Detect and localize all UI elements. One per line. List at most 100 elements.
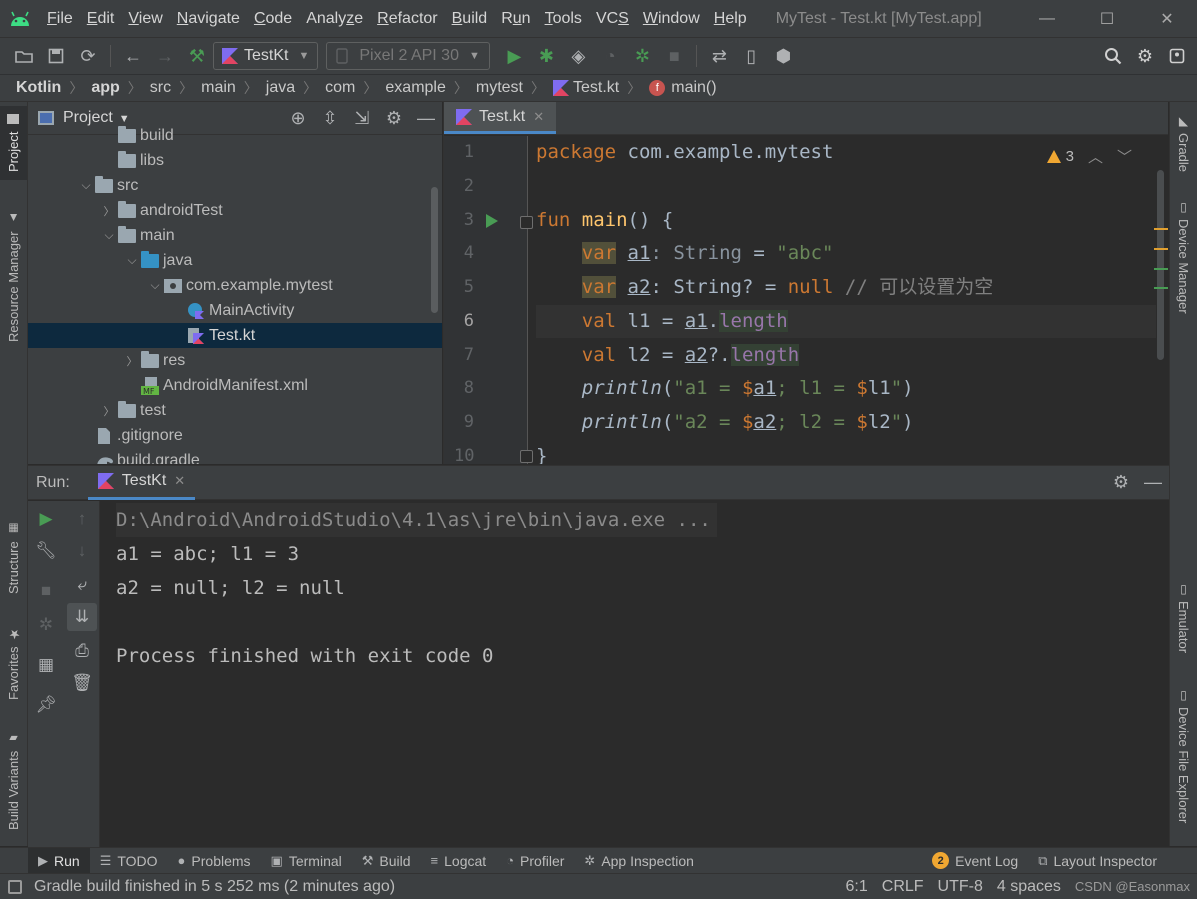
tree-item[interactable]: MainActivity bbox=[28, 298, 442, 323]
editor-scrollbar[interactable] bbox=[1157, 170, 1164, 360]
menu-code[interactable]: Code bbox=[247, 0, 299, 37]
breadcrumb-main[interactable]: main bbox=[201, 79, 236, 97]
menu-file[interactable]: File bbox=[40, 0, 80, 37]
rerun-icon[interactable]: ▶ bbox=[31, 505, 61, 533]
close-window-icon[interactable]: ✕ bbox=[1137, 0, 1197, 37]
open-folder-icon[interactable] bbox=[8, 40, 40, 72]
settings-gear-icon[interactable]: ⚙ bbox=[1129, 40, 1161, 72]
breadcrumb-kotlin[interactable]: Kotlin bbox=[16, 79, 61, 97]
chevron-down-icon[interactable]: ⌵ bbox=[146, 278, 164, 293]
error-stripe-mark[interactable] bbox=[1154, 228, 1168, 230]
project-tool-tab[interactable]: Project bbox=[0, 106, 27, 180]
scroll-down-icon[interactable]: ↓ bbox=[67, 537, 97, 565]
next-highlight-icon[interactable]: ﹀ bbox=[1117, 146, 1132, 167]
line-number[interactable]: 4 bbox=[454, 243, 474, 263]
menu-analyze[interactable]: Analyze bbox=[299, 0, 370, 37]
line-number[interactable]: 9 bbox=[454, 412, 474, 432]
run-tab-testkt[interactable]: TestKt ✕ bbox=[87, 466, 196, 500]
gradle-tool-tab[interactable]: ◣ Gradle bbox=[1176, 114, 1191, 176]
scroll-to-end-icon[interactable]: ⇊ bbox=[67, 603, 97, 631]
editor-tab-test-kt[interactable]: Test.kt ✕ bbox=[444, 102, 557, 134]
status-message[interactable]: Gradle build finished in 5 s 252 ms (2 m… bbox=[34, 878, 395, 896]
tree-item[interactable]: Test.kt bbox=[28, 323, 442, 348]
tree-item[interactable]: ⌵ main bbox=[28, 223, 442, 248]
hide-run-panel-icon[interactable]: — bbox=[1137, 468, 1169, 498]
breadcrumb-test-kt[interactable]: Test.kt bbox=[553, 79, 619, 97]
structure-tool-tab[interactable]: Structure ▦ bbox=[6, 512, 21, 594]
line-number[interactable]: 2 bbox=[454, 176, 474, 196]
run-play-icon[interactable]: ▶ bbox=[498, 40, 530, 72]
line-separator[interactable]: CRLF bbox=[875, 878, 931, 896]
run-settings-gear-icon[interactable]: ⚙ bbox=[1105, 468, 1137, 498]
chevron-right-icon[interactable]: 〉 bbox=[123, 353, 141, 369]
device-manager-icon[interactable]: ▯ bbox=[735, 40, 767, 72]
tree-item[interactable]: ⌵ com.example.mytest bbox=[28, 273, 442, 298]
run-main-gutter-icon[interactable] bbox=[486, 214, 498, 228]
sync-icon[interactable]: ⟳ bbox=[72, 40, 104, 72]
sdk-manager-icon[interactable]: ⬢ bbox=[767, 40, 799, 72]
breadcrumb-mytest[interactable]: mytest bbox=[476, 79, 523, 97]
stop-icon[interactable]: ■ bbox=[658, 40, 690, 72]
code-area[interactable]: package com.example.mytest fun main() { … bbox=[536, 136, 1156, 464]
menu-window[interactable]: Window bbox=[636, 0, 707, 37]
save-all-icon[interactable] bbox=[40, 40, 72, 72]
restore-layout-icon[interactable]: ▦ bbox=[31, 651, 61, 679]
tree-item[interactable]: build bbox=[28, 123, 442, 148]
breadcrumb-com[interactable]: com bbox=[325, 79, 355, 97]
chevron-right-icon[interactable]: 〉 bbox=[100, 203, 118, 219]
print-icon[interactable]: ⎙ bbox=[67, 637, 97, 665]
menu-view[interactable]: View bbox=[121, 0, 169, 37]
breadcrumb-main-fn[interactable]: f main() bbox=[649, 79, 717, 97]
run-coverage-icon[interactable]: ◈ bbox=[562, 40, 594, 72]
clear-trash-icon[interactable]: 🗑︎ bbox=[67, 669, 97, 697]
profiler-tool-tab[interactable]: ◔ Profiler bbox=[496, 848, 574, 874]
maximize-icon[interactable]: ☐ bbox=[1077, 0, 1137, 37]
breadcrumb-app[interactable]: app bbox=[91, 79, 119, 97]
close-tab-icon[interactable]: ✕ bbox=[174, 473, 185, 489]
tree-item[interactable]: 〉 androidTest bbox=[28, 198, 442, 223]
favorites-tool-tab[interactable]: Favorites ★ bbox=[6, 620, 21, 700]
tree-item[interactable]: .gitignore bbox=[28, 423, 442, 448]
problems-tool-tab[interactable]: ● Problems bbox=[168, 848, 261, 874]
indent-setting[interactable]: 4 spaces bbox=[990, 878, 1068, 896]
menu-tools[interactable]: Tools bbox=[538, 0, 589, 37]
breadcrumb-example[interactable]: example bbox=[385, 79, 445, 97]
line-number[interactable]: 5 bbox=[454, 277, 474, 297]
device-manager-tool-tab[interactable]: ▯ Device Manager bbox=[1176, 200, 1191, 324]
build-hammer-icon[interactable]: ⚒ bbox=[181, 40, 213, 72]
terminal-tool-tab[interactable]: ▣ Terminal bbox=[261, 848, 352, 874]
back-arrow-icon[interactable]: ← bbox=[117, 40, 149, 72]
tree-item[interactable]: build.gradle bbox=[28, 448, 442, 464]
device-file-explorer-tool-tab[interactable]: ▯ Device File Explorer bbox=[1176, 688, 1191, 828]
breadcrumb-java[interactable]: java bbox=[266, 79, 295, 97]
layout-inspector-tool-tab[interactable]: ⧉ Layout Inspector bbox=[1028, 848, 1167, 874]
fold-marker-icon[interactable] bbox=[520, 450, 533, 463]
device-dropdown[interactable]: Pixel 2 API 30 ▼ bbox=[326, 42, 491, 70]
tree-item[interactable]: 〉 test bbox=[28, 398, 442, 423]
dump-threads-icon[interactable]: ✲ bbox=[31, 611, 61, 639]
tree-item[interactable]: ⌵ src bbox=[28, 173, 442, 198]
line-number[interactable]: 10 bbox=[454, 446, 474, 464]
run-tool-tab[interactable]: ▶ Run bbox=[28, 847, 90, 874]
attach-debugger-icon[interactable]: ✲ bbox=[626, 40, 658, 72]
prev-highlight-icon[interactable]: ︿ bbox=[1088, 146, 1103, 167]
error-stripe-mark[interactable] bbox=[1154, 287, 1168, 289]
menu-build[interactable]: Build bbox=[445, 0, 495, 37]
scroll-up-icon[interactable]: ↑ bbox=[67, 505, 97, 533]
close-tab-icon[interactable]: ✕ bbox=[533, 109, 544, 125]
logcat-tool-tab[interactable]: ≡ Logcat bbox=[421, 848, 497, 874]
chevron-down-icon[interactable]: ⌵ bbox=[100, 228, 118, 243]
emulator-tool-tab[interactable]: ▯ Emulator bbox=[1176, 582, 1191, 660]
chevron-down-icon[interactable]: ⌵ bbox=[77, 178, 95, 193]
menu-edit[interactable]: Edit bbox=[80, 0, 122, 37]
fold-marker-icon[interactable] bbox=[520, 216, 533, 229]
error-stripe-mark[interactable] bbox=[1154, 248, 1168, 250]
debug-bug-icon[interactable]: ✱ bbox=[530, 40, 562, 72]
event-log-tool-tab[interactable]: 2 Event Log bbox=[922, 848, 1028, 874]
tree-item[interactable]: 〉 res bbox=[28, 348, 442, 373]
tool-windows-icon[interactable] bbox=[8, 879, 22, 894]
line-number[interactable]: 1 bbox=[454, 142, 474, 162]
chevron-right-icon[interactable]: 〉 bbox=[100, 403, 118, 419]
menu-run[interactable]: Run bbox=[494, 0, 537, 37]
console-output[interactable]: D:\Android\AndroidStudio\4.1\as\jre\bin\… bbox=[116, 503, 1169, 673]
